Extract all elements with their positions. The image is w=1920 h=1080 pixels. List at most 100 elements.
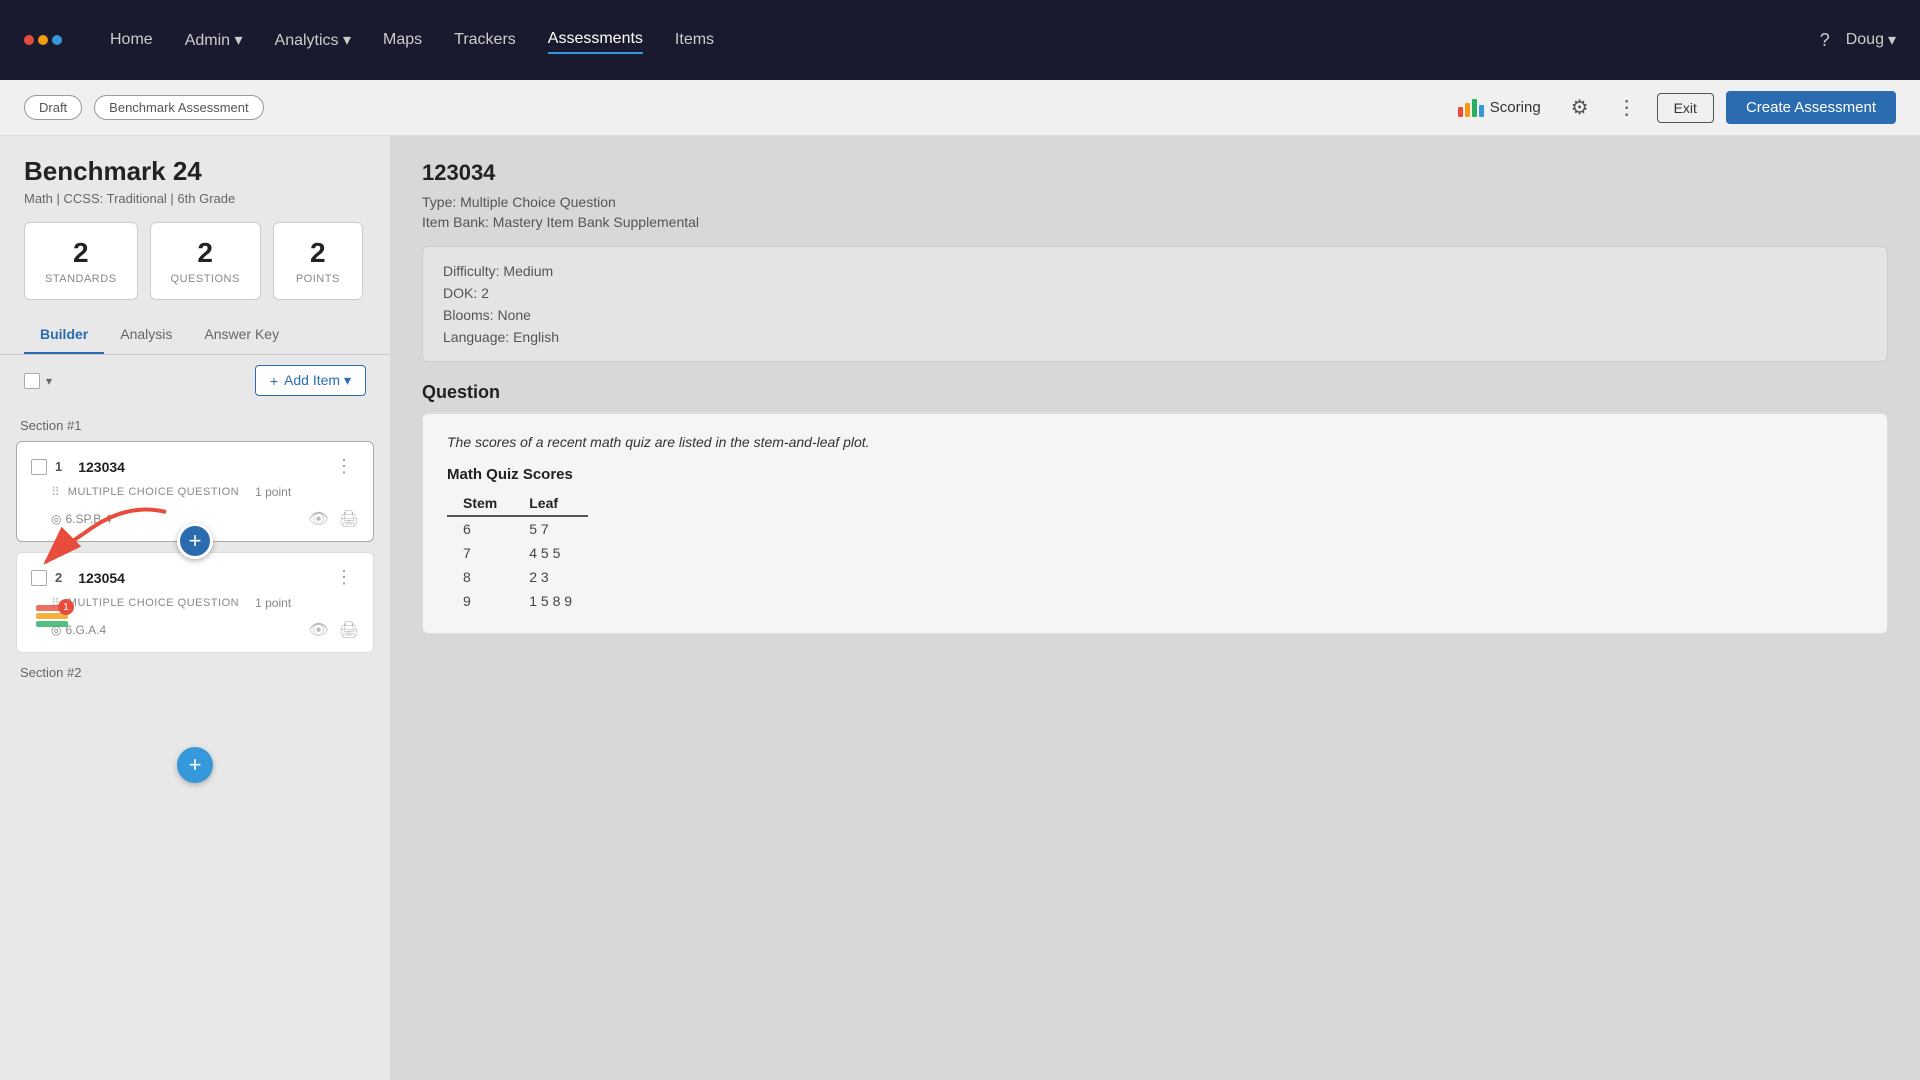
dok-row: DOK: 2 [443, 285, 1867, 301]
item-1-more-icon[interactable]: ⋮ [329, 454, 359, 479]
stem-header: Stem [447, 491, 513, 516]
toolbar-row: ▾ + Add Item ▾ [0, 355, 390, 406]
draft-badge[interactable]: Draft [24, 95, 82, 120]
stat-points: 2 POINTS [273, 222, 363, 300]
user-name: Doug [1846, 31, 1884, 49]
item-2-print-icon[interactable]: 🖨 [339, 620, 359, 640]
question-box: The scores of a recent math quiz are lis… [422, 413, 1888, 634]
logo-dot-yellow [38, 35, 48, 45]
add-between-items-button[interactable]: + [177, 523, 213, 559]
item-1-points: 1 point [255, 485, 291, 499]
item-2-more-icon[interactable]: ⋮ [329, 565, 359, 590]
item-1-type-row: ⠿ MULTIPLE CHOICE QUESTION 1 point [31, 485, 359, 499]
scoring-button[interactable]: Scoring [1448, 93, 1551, 123]
more-options-icon[interactable]: ⋮ [1609, 91, 1645, 124]
add-item-button[interactable]: + Add Item ▾ [255, 365, 366, 396]
nav-admin[interactable]: Admin ▾ [185, 26, 243, 54]
nav-right-area: ? Doug ▾ [1820, 30, 1896, 51]
title-area: Benchmark 24 Math | CCSS: Traditional | … [0, 136, 390, 222]
item-2-eye-icon[interactable]: 👁 [308, 620, 328, 640]
layer-bar-3 [36, 621, 68, 627]
leaf-8: 2 3 [513, 565, 588, 589]
assessment-type-badge[interactable]: Benchmark Assessment [94, 95, 263, 120]
difficulty-row: Difficulty: Medium [443, 263, 1867, 279]
scoring-bar-2 [1465, 103, 1470, 117]
stem-leaf-table: Stem Leaf 6 5 7 7 4 5 5 8 2 3 [447, 491, 588, 613]
scoring-icon [1458, 99, 1484, 117]
scoring-bar-3 [1472, 99, 1477, 117]
standards-value: 2 [45, 237, 117, 269]
tab-analysis[interactable]: Analysis [104, 316, 188, 354]
item-card-1[interactable]: 1 123034 ⋮ ⠿ MULTIPLE CHOICE QUESTION 1 … [16, 441, 374, 542]
items-panel: Section #1 1 123034 ⋮ ⠿ MULTIPLE CHOICE … [0, 406, 390, 1080]
item-1-drag-handle[interactable]: ⠿ [51, 485, 60, 499]
item-1-type: MULTIPLE CHOICE QUESTION [68, 486, 239, 498]
standards-label: STANDARDS [45, 273, 117, 285]
item-detail-type: Type: Multiple Choice Question [422, 194, 1888, 210]
item-1-eye-icon[interactable]: 👁 [308, 509, 328, 529]
logo-dot-red [24, 35, 34, 45]
item-2-id: 123054 [78, 570, 125, 586]
item-detail-id: 123034 [422, 160, 1888, 186]
table-row: 6 5 7 [447, 516, 588, 541]
item-1-print-icon[interactable]: 🖨 [339, 509, 359, 529]
item-2-points: 1 point [255, 596, 291, 610]
nav-maps[interactable]: Maps [383, 27, 422, 53]
stem-9: 9 [447, 589, 513, 613]
table-row: 9 1 5 8 9 [447, 589, 588, 613]
settings-icon[interactable]: ⚙ [1563, 91, 1597, 124]
create-assessment-button[interactable]: Create Assessment [1726, 91, 1896, 124]
language-row: Language: English [443, 329, 1867, 345]
subheader: Draft Benchmark Assessment Scoring ⚙ ⋮ E… [0, 80, 1920, 136]
add-item-plus-icon: + [270, 373, 278, 389]
item-2-header: 2 123054 ⋮ [31, 565, 359, 590]
navbar: Home Admin ▾ Analytics ▾ Maps Trackers A… [0, 0, 1920, 80]
select-all-checkbox[interactable] [24, 373, 40, 389]
item-detail-box: Difficulty: Medium DOK: 2 Blooms: None L… [422, 246, 1888, 362]
leaf-6: 5 7 [513, 516, 588, 541]
main-area: Benchmark 24 Math | CCSS: Traditional | … [0, 136, 1920, 1080]
nav-analytics[interactable]: Analytics ▾ [275, 26, 352, 54]
question-label: Question [422, 382, 1888, 403]
nav-trackers[interactable]: Trackers [454, 27, 516, 53]
assessment-meta: Math | CCSS: Traditional | 6th Grade [24, 191, 366, 206]
item-2-actions: 👁 🖨 [308, 620, 359, 640]
scoring-bar-4 [1479, 105, 1484, 117]
stat-questions: 2 QUESTIONS [150, 222, 261, 300]
item-detail-bank: Item Bank: Mastery Item Bank Supplementa… [422, 214, 1888, 230]
exit-button[interactable]: Exit [1657, 93, 1714, 123]
tab-answer-key[interactable]: Answer Key [188, 316, 295, 354]
nav-assessments[interactable]: Assessments [548, 26, 643, 54]
layers-icon[interactable]: 1 [36, 605, 68, 627]
standard-icon-1: ◎ [51, 512, 61, 526]
stem-6: 6 [447, 516, 513, 541]
select-all-chevron[interactable]: ▾ [46, 374, 52, 388]
item-1-actions: 👁 🖨 [308, 509, 359, 529]
scoring-bar-1 [1458, 107, 1463, 117]
item-1-header: 1 123034 ⋮ [31, 454, 359, 479]
stats-row: 2 STANDARDS 2 QUESTIONS 2 POINTS [0, 222, 390, 316]
section-2-label: Section #2 [16, 665, 374, 680]
nav-home[interactable]: Home [110, 27, 153, 53]
table-row: 8 2 3 [447, 565, 588, 589]
app-logo[interactable] [24, 35, 62, 45]
item-2-checkbox[interactable] [31, 570, 47, 586]
layers-badge: 1 [58, 599, 74, 615]
user-menu[interactable]: Doug ▾ [1846, 30, 1896, 50]
questions-label: QUESTIONS [171, 273, 240, 285]
item-1-id: 123034 [78, 459, 125, 475]
right-panel: 123034 Type: Multiple Choice Question It… [390, 136, 1920, 1080]
item-1-checkbox[interactable] [31, 459, 47, 475]
nav-items[interactable]: Items [675, 27, 714, 53]
table-row: 7 4 5 5 [447, 541, 588, 565]
stem-leaf-title: Math Quiz Scores [447, 466, 1863, 483]
points-value: 2 [294, 237, 342, 269]
subheader-right: Scoring ⚙ ⋮ Exit Create Assessment [1448, 91, 1896, 124]
item-2-footer: ◎ 6.G.A.4 👁 🖨 [31, 620, 359, 640]
section-2-add-button[interactable]: + [177, 747, 213, 783]
item-1-standard: ◎ 6.SP.B.4 [51, 512, 111, 526]
tab-builder[interactable]: Builder [24, 316, 104, 354]
item-1-number: 1 [55, 459, 62, 474]
help-icon[interactable]: ? [1820, 30, 1830, 51]
assessment-title: Benchmark 24 [24, 156, 366, 187]
